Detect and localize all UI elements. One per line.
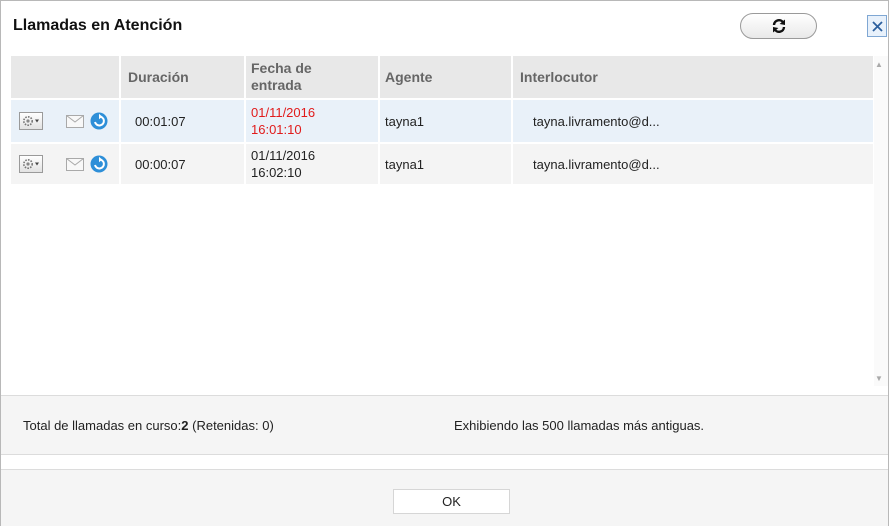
cell-duration: 00:00:07 xyxy=(135,156,186,172)
dialog-title: Llamadas en Atención xyxy=(13,17,183,34)
column-divider xyxy=(244,56,246,98)
table-row[interactable]: 00:01:07 01/11/2016 16:01:10 tayna1 tayn… xyxy=(11,100,873,142)
cell-agent: tayna1 xyxy=(385,156,425,172)
column-divider xyxy=(378,144,380,184)
column-divider xyxy=(511,144,513,184)
cell-duration: 00:01:07 xyxy=(135,113,186,129)
cell-entry-date: 01/11/2016 16:01:10 xyxy=(251,100,315,142)
mail-icon[interactable] xyxy=(66,115,84,128)
vertical-scrollbar[interactable]: ▲ ▼ xyxy=(874,56,888,386)
close-button[interactable] xyxy=(867,15,887,37)
cell-entry-date-day: 01/11/2016 xyxy=(251,105,316,120)
table-header: Duración Fecha de entrada Agente Interlo… xyxy=(11,56,873,98)
header-interlocutor[interactable]: Interlocutor xyxy=(520,56,598,98)
header-agent[interactable]: Agente xyxy=(385,56,432,98)
dialog-footer: OK xyxy=(1,469,888,526)
column-divider xyxy=(244,144,246,184)
refresh-button[interactable] xyxy=(740,13,817,39)
header-entry-date-line2: entrada xyxy=(251,77,302,93)
column-divider xyxy=(511,100,513,142)
header-duration[interactable]: Duración xyxy=(128,56,189,98)
held-calls-count: (Retenidas: 0) xyxy=(192,418,274,433)
column-divider xyxy=(119,100,121,142)
column-divider xyxy=(378,56,380,98)
gear-icon xyxy=(23,116,39,126)
column-divider xyxy=(511,56,513,98)
ok-button[interactable]: OK xyxy=(393,489,510,514)
refresh-icon xyxy=(772,19,785,33)
gear-icon xyxy=(23,159,39,169)
cell-interlocutor: tayna.livramento@d... xyxy=(533,156,660,172)
status-bar: Total de llamadas en curso:2 (Retenidas:… xyxy=(1,395,888,455)
transfer-icon[interactable] xyxy=(90,112,108,130)
column-divider xyxy=(244,100,246,142)
transfer-icon[interactable] xyxy=(90,155,108,173)
active-calls-dialog: Llamadas en Atención Duración Fecha de e… xyxy=(0,0,889,526)
call-actions-menu-button[interactable] xyxy=(19,155,43,173)
table-row[interactable]: 00:00:07 01/11/2016 16:02:10 tayna1 tayn… xyxy=(11,144,873,184)
scroll-down-arrow-icon[interactable]: ▼ xyxy=(875,374,883,383)
close-icon xyxy=(871,20,883,32)
scroll-up-arrow-icon[interactable]: ▲ xyxy=(875,60,883,69)
column-divider xyxy=(378,100,380,142)
total-calls-label: Total de llamadas en curso: xyxy=(23,418,182,433)
header-entry-date[interactable]: Fecha de entrada xyxy=(251,56,312,98)
total-calls-summary: Total de llamadas en curso:2 (Retenidas:… xyxy=(23,418,274,433)
mail-icon[interactable] xyxy=(66,158,84,171)
cell-entry-date-day: 01/11/2016 xyxy=(251,148,316,163)
column-divider xyxy=(119,144,121,184)
cell-agent: tayna1 xyxy=(385,113,425,129)
header-entry-date-line1: Fecha de xyxy=(251,60,312,76)
showing-info: Exhibiendo las 500 llamadas más antiguas… xyxy=(454,418,705,433)
cell-entry-date: 01/11/2016 16:02:10 xyxy=(251,144,315,184)
cell-entry-date-time: 16:02:10 xyxy=(251,165,302,180)
call-actions-menu-button[interactable] xyxy=(19,112,43,130)
total-calls-count: 2 xyxy=(181,418,189,433)
cell-interlocutor: tayna.livramento@d... xyxy=(533,113,660,129)
cell-entry-date-time: 16:01:10 xyxy=(251,122,302,137)
title-bar: Llamadas en Atención xyxy=(1,1,888,51)
calls-table: Duración Fecha de entrada Agente Interlo… xyxy=(11,56,873,386)
column-divider xyxy=(119,56,121,98)
